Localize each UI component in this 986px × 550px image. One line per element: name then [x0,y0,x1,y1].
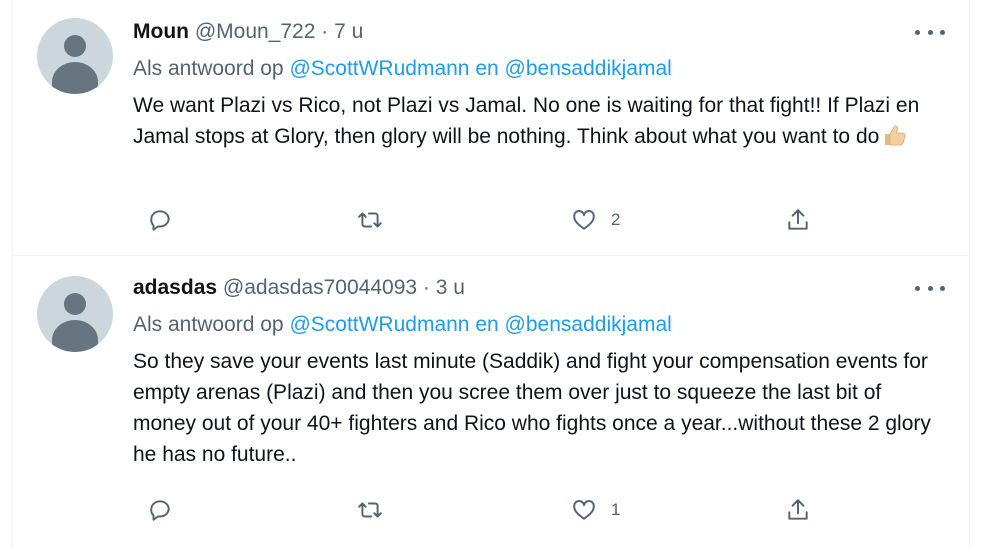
more-options-icon[interactable] [915,278,945,298]
reply-button[interactable] [147,204,187,236]
heart-icon [573,210,595,230]
reply-icon [150,210,170,231]
avatar[interactable] [37,276,113,352]
reply-prefix: Als antwoord op [133,57,284,80]
reply-context: Als antwoord op @ScottWRudmann en @bensa… [133,313,672,337]
share-icon [788,209,808,230]
share-button[interactable] [785,204,811,236]
tweet-header: adasdas @adasdas70044093 · 3 u [133,276,949,304]
retweet-button[interactable] [357,494,397,526]
retweet-icon [358,502,382,518]
retweet-button[interactable] [357,204,397,236]
reply-joiner: en [475,57,499,80]
tweet-actions: 1 [133,494,949,526]
tweet-text: We want Plazi vs Rico, not Plazi vs Jama… [133,90,933,152]
reply-joiner: en [475,313,499,336]
mention-link[interactable]: @ScottWRudmann [289,313,469,336]
separator-dot: · [422,276,430,299]
reply-icon [150,500,170,521]
user-handle[interactable]: @adasdas70044093 [223,276,417,299]
retweet-icon [358,212,382,228]
mention-link[interactable]: @bensaddikjamal [505,313,672,336]
share-icon [788,499,808,520]
like-count: 2 [611,210,621,229]
like-button[interactable]: 1 [571,494,620,526]
tweet[interactable]: Moun @Moun_722 · 7 u Als antwoord op @Sc… [13,0,969,256]
display-name[interactable]: adasdas [133,276,217,299]
heart-icon [573,500,595,520]
thumbs-up-icon [881,123,907,147]
avatar-head-shape [64,35,86,57]
more-options-icon[interactable] [915,22,945,42]
tweet-text-body: We want Plazi vs Rico, not Plazi vs Jama… [133,94,920,148]
reply-prefix: Als antwoord op [133,313,284,336]
display-name[interactable]: Moun [133,20,189,43]
like-count: 1 [611,500,621,519]
avatar-head-shape [64,293,86,315]
avatar-body-shape [52,320,98,352]
like-button[interactable]: 2 [571,204,620,236]
tweet[interactable]: adasdas @adasdas70044093 · 3 u Als antwo… [13,256,969,550]
avatar-body-shape [52,62,98,94]
mention-link[interactable]: @bensaddikjamal [505,57,672,80]
timestamp[interactable]: 3 u [436,276,465,299]
user-handle[interactable]: @Moun_722 [195,20,316,43]
timestamp[interactable]: 7 u [334,20,363,43]
reply-button[interactable] [147,494,187,526]
tweet-actions: 2 [133,204,949,236]
tweet-header: Moun @Moun_722 · 7 u [133,20,949,48]
share-button[interactable] [785,494,811,526]
reply-context: Als antwoord op @ScottWRudmann en @bensa… [133,57,672,81]
reply-feed: Moun @Moun_722 · 7 u Als antwoord op @Sc… [12,0,970,550]
tweet-text: So they save your events last minute (Sa… [133,350,931,466]
separator-dot: · [321,20,329,43]
avatar[interactable] [37,18,113,94]
mention-link[interactable]: @ScottWRudmann [289,57,469,80]
